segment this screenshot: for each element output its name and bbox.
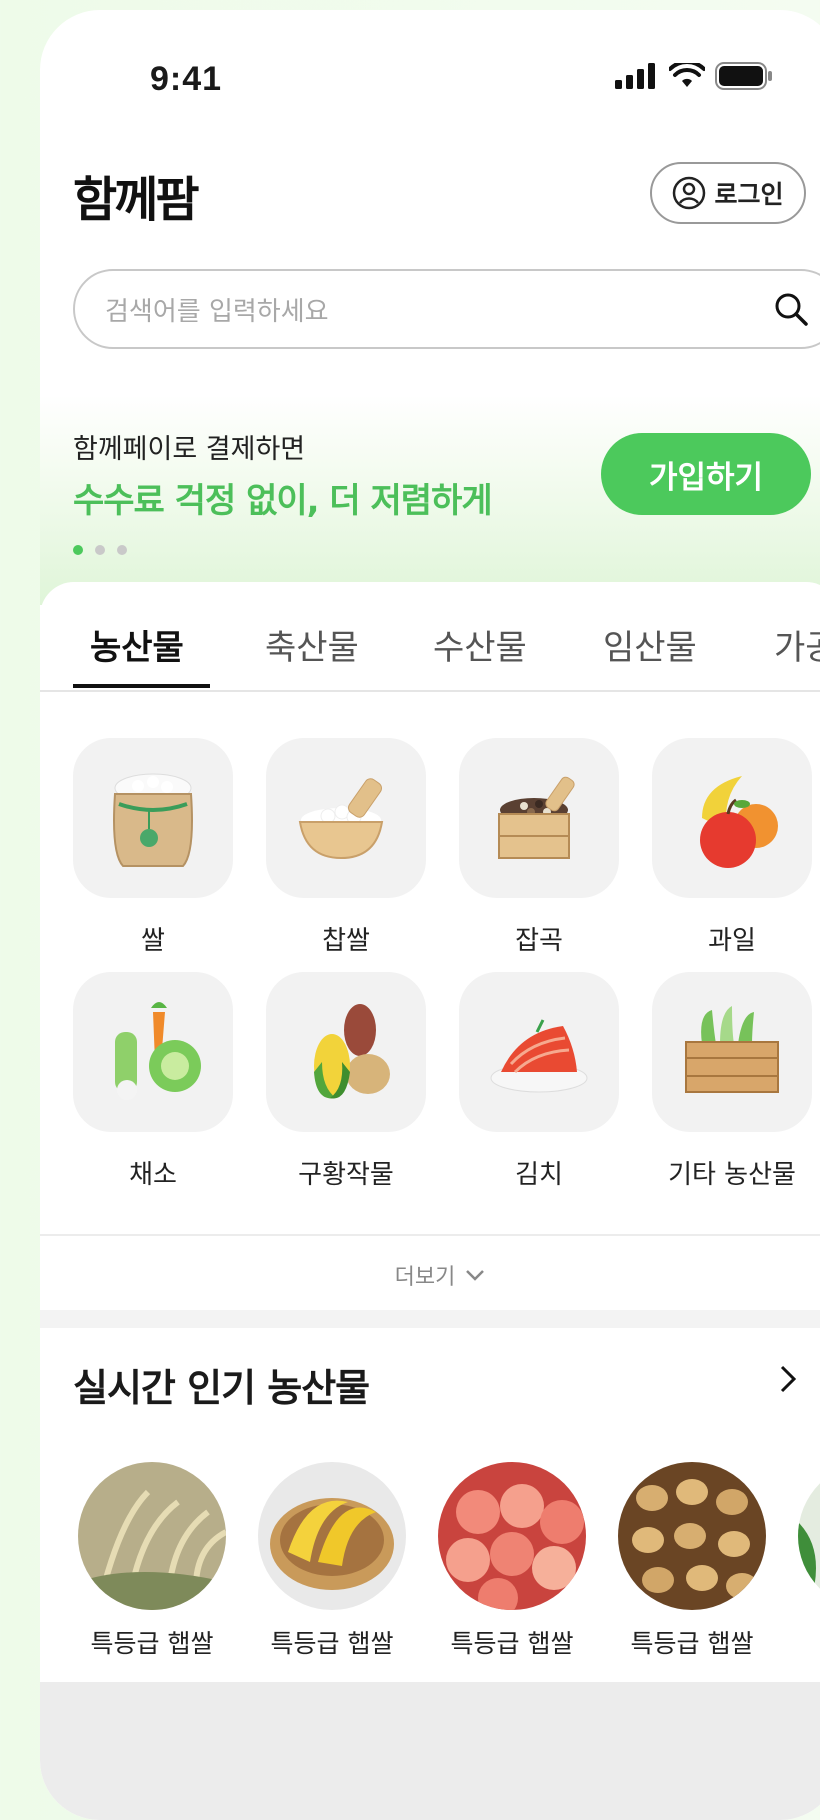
more-label: 더보기 — [394, 1265, 456, 1290]
carousel-dot[interactable] — [95, 545, 105, 555]
product-name: 특등급 햅쌀 — [630, 1629, 754, 1658]
bottom-area — [40, 1682, 820, 1820]
join-button[interactable]: 가입하기 — [601, 433, 811, 515]
category-item-vegetable[interactable]: 채소 — [73, 972, 233, 1191]
category-label: 찹쌀 — [322, 926, 370, 956]
category-tile[interactable] — [459, 738, 619, 898]
category-item-other[interactable]: 기타 농산물 — [652, 972, 812, 1191]
status-icons — [615, 62, 773, 90]
category-tabs: 농산물 축산물 수산물 임산물 가공 — [40, 582, 820, 692]
kimchi-icon — [490, 1019, 588, 1093]
carousel-dots — [73, 545, 127, 555]
fruit-icon — [700, 776, 778, 868]
vegetable-photo-icon — [798, 1462, 820, 1610]
chevron-right-icon[interactable] — [778, 1364, 798, 1394]
carousel-dot-active[interactable] — [73, 545, 83, 555]
user-icon — [673, 176, 706, 210]
chevron-down-icon — [466, 1270, 485, 1281]
product-name: 특 — [798, 1624, 820, 1660]
status-bar: 9:41 — [40, 10, 820, 140]
vegetable-icon — [115, 1002, 201, 1100]
sticky-rice-bowl-icon — [298, 778, 384, 860]
product-image[interactable] — [78, 1462, 226, 1610]
banner-title: 수수료 걱정 없이, 더 저렴하게 — [73, 481, 493, 521]
category-label: 김치 — [515, 1160, 563, 1190]
popular-section-title: 실시간 인기 농산물 — [73, 1366, 370, 1410]
category-label: 구황작물 — [298, 1160, 394, 1190]
login-label: 로그인 — [714, 180, 784, 209]
corn-potato-icon — [314, 1004, 390, 1099]
status-time: 9:41 — [150, 60, 223, 98]
popular-item[interactable]: 특등급 햅쌀 — [78, 1462, 226, 1660]
category-tile[interactable] — [73, 972, 233, 1132]
wifi-icon — [669, 63, 705, 87]
product-image[interactable] — [438, 1462, 586, 1610]
category-item-sticky-rice[interactable]: 찹쌀 — [266, 738, 426, 957]
potato-icon — [618, 1462, 766, 1610]
rice-plant-icon — [78, 1462, 226, 1610]
grain-box-icon — [498, 776, 575, 859]
tab-agricultural[interactable]: 농산물 — [90, 620, 184, 669]
login-button[interactable]: 로그인 — [650, 162, 806, 224]
product-image[interactable] — [798, 1462, 820, 1610]
category-label: 잡곡 — [515, 926, 563, 956]
category-label: 채소 — [129, 1160, 177, 1190]
category-tile[interactable] — [266, 738, 426, 898]
category-item-root-crops[interactable]: 구황작물 — [266, 972, 426, 1191]
banana-icon — [258, 1462, 406, 1610]
peach-icon — [438, 1462, 586, 1610]
search-input[interactable]: 검색어를 입력하세요 — [105, 291, 773, 328]
category-label: 기타 농산물 — [668, 1160, 796, 1190]
product-name: 특등급 햅쌀 — [270, 1629, 394, 1658]
search-icon[interactable] — [773, 291, 809, 327]
tab-forest[interactable]: 임산물 — [603, 620, 697, 669]
phone-screen: 9:41 함께팜 로그인 검색어를 입력하세요 함께페이로 결제하면 수수료 걱… — [40, 10, 820, 1820]
rice-sack-icon — [113, 773, 193, 867]
tab-livestock[interactable]: 축산물 — [265, 620, 359, 669]
section-divider — [40, 1310, 820, 1328]
category-tile[interactable] — [652, 972, 812, 1132]
product-name: 특등급 햅쌀 — [450, 1629, 574, 1658]
product-image[interactable] — [618, 1462, 766, 1610]
more-button[interactable]: 더보기 — [40, 1234, 820, 1314]
battery-icon — [715, 62, 772, 90]
crate-icon — [685, 1006, 779, 1093]
popular-item[interactable]: 특등급 햅쌀 — [618, 1462, 766, 1660]
tab-processed[interactable]: 가공 — [774, 620, 820, 669]
promo-banner[interactable]: 함께페이로 결제하면 수수료 걱정 없이, 더 저렴하게 가입하기 — [40, 395, 820, 605]
category-label: 쌀 — [141, 926, 165, 956]
tab-seafood[interactable]: 수산물 — [433, 620, 527, 669]
category-tile[interactable] — [652, 738, 812, 898]
carousel-dot[interactable] — [117, 545, 127, 555]
category-item-kimchi[interactable]: 김치 — [459, 972, 619, 1191]
product-name: 특등급 햅쌀 — [90, 1629, 214, 1658]
popular-item[interactable]: 특 — [798, 1462, 820, 1660]
category-item-grains[interactable]: 잡곡 — [459, 738, 619, 957]
category-tile[interactable] — [73, 738, 233, 898]
popular-item[interactable]: 특등급 햅쌀 — [258, 1462, 406, 1660]
category-item-rice[interactable]: 쌀 — [73, 738, 233, 957]
header: 함께팜 로그인 — [40, 150, 820, 230]
popular-item[interactable]: 특등급 햅쌀 — [438, 1462, 586, 1660]
search-bar[interactable]: 검색어를 입력하세요 — [73, 269, 820, 349]
product-image[interactable] — [258, 1462, 406, 1610]
category-item-fruit[interactable]: 과일 — [652, 738, 812, 957]
category-tile[interactable] — [459, 972, 619, 1132]
category-tile[interactable] — [266, 972, 426, 1132]
active-tab-indicator — [73, 684, 210, 688]
category-label: 과일 — [708, 926, 756, 956]
banner-subtitle: 함께페이로 결제하면 — [73, 434, 306, 465]
app-logo: 함께팜 — [73, 174, 199, 227]
category-card: 농산물 축산물 수산물 임산물 가공 — [40, 582, 820, 1820]
cellular-signal-icon — [615, 63, 655, 89]
